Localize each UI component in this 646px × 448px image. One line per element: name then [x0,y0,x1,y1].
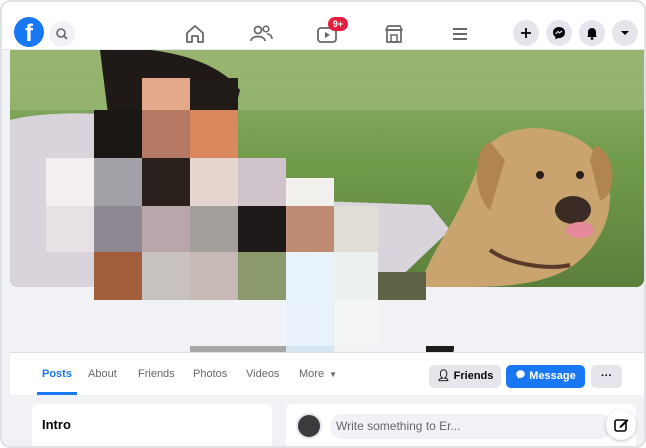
active-tab-indicator [37,392,77,395]
friends-icon[interactable] [247,20,275,48]
messenger-icon [553,27,565,40]
caret-down-icon: ▼ [329,370,338,379]
edit-icon [614,419,629,432]
tab-more[interactable]: More ▼ [299,368,337,380]
marketplace-icon[interactable] [380,20,408,48]
notifications-icon [587,28,597,40]
facebook-logo[interactable]: f [14,17,44,47]
create-icon [521,28,531,38]
tab-photos[interactable]: Photos [193,368,227,380]
home-icon[interactable] [181,20,209,48]
app-window: f 9+ Posts About Friends Photos Videos M… [0,0,646,448]
more-options-button[interactable]: ··· [591,365,622,388]
friends-button[interactable]: 👤︎ Friends [429,365,501,388]
tab-videos[interactable]: Videos [246,368,279,380]
intro-title: Intro [42,417,71,432]
message-button[interactable]: Message [506,365,585,388]
account-caret-icon [621,31,629,35]
notifications-button[interactable] [579,20,605,46]
message-button-label: Message [529,370,576,382]
person-icon: 👤︎ [436,370,451,382]
composer-input[interactable]: Write something to Er... [330,414,612,439]
tab-friends[interactable]: Friends [138,368,175,380]
tab-about[interactable]: About [88,368,117,380]
messenger-icon [516,370,525,379]
search-button[interactable] [49,21,75,47]
menu-icon[interactable] [446,20,474,48]
intro-card: Intro [32,404,272,446]
friends-button-label: Friends [453,370,494,382]
watch-notification-badge: 9+ [328,17,348,31]
account-menu-button[interactable] [612,20,638,46]
new-message-button[interactable] [606,410,636,440]
profile-tabs: Posts About Friends Photos Videos More ▼… [10,352,644,395]
create-button[interactable] [513,20,539,46]
top-nav: f 9+ [2,2,644,50]
tab-posts[interactable]: Posts [42,368,72,380]
avatar[interactable] [296,413,322,439]
post-composer: Write something to Er... [286,404,636,446]
search-icon [56,28,68,40]
cover-photo[interactable] [10,50,644,287]
cover-photo-image [10,50,644,287]
messenger-button[interactable] [546,20,572,46]
tab-more-label: More [299,368,325,380]
